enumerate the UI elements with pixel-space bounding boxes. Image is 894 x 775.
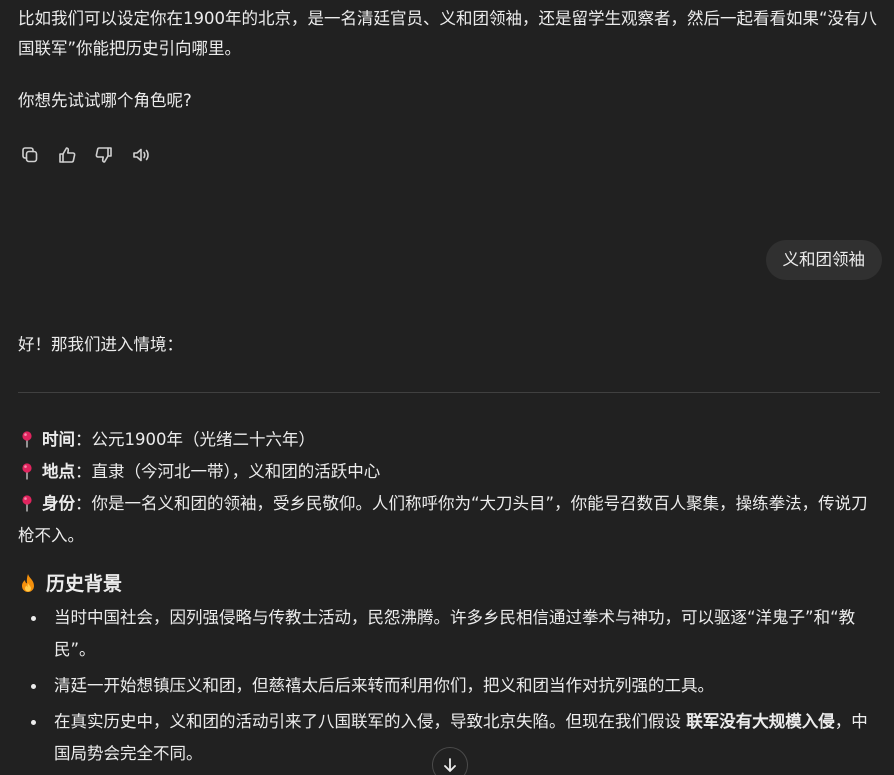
section-heading-text: 历史背景 [46,573,123,595]
scroll-to-bottom-button[interactable] [432,747,468,775]
list-item: 清廷一开始想镇压义和团，但慈禧太后后来转而利用你们，把义和团当作对抗列强的工具。 [18,670,880,702]
copy-icon [22,147,38,163]
round-pushpin-icon [22,463,32,480]
info-time: 时间：公元1900年（光绪二十六年） [18,424,880,456]
info-time-value: ：公元1900年（光绪二十六年） [75,430,315,449]
round-pushpin-icon [22,495,32,512]
info-role-label: 身份 [42,494,75,513]
thumbs-down-icon [95,147,112,163]
info-role: 身份：你是一名义和团的领袖，受乡民敬仰。人们称呼你为“大刀头目”，你能号召数百人… [18,488,880,552]
fire-icon [22,574,34,592]
round-pushpin-icon [22,431,32,448]
arrow-down-icon [444,758,456,772]
assistant-question: 你想先试试哪个角色呢? [18,91,192,110]
copy-button[interactable] [18,143,42,167]
info-place-value: ：直隶（今河北一带），义和团的活跃中心 [75,462,381,481]
user-message-bubble: 义和团领袖 [765,240,882,280]
section-heading: 历史背景 [18,568,122,600]
list-item-text: 在真实历史中，义和团的活动引来了八国联军的入侵，导致北京失陷。但现在我们假设 [54,712,687,731]
chat-page: 比如我们可以设定你在1900年的北京，是一名清廷官员、义和团领袖，还是留学生观察… [0,0,894,775]
assistant-paragraph: 比如我们可以设定你在1900年的北京，是一名清廷官员、义和团领袖，还是留学生观察… [18,9,878,58]
thumbs-up-icon [59,147,76,163]
info-place-label: 地点 [42,462,75,481]
list-item-emphasis: 联军没有大规模入侵 [686,712,835,731]
divider [18,392,880,393]
message-actions [18,143,153,167]
thumbs-down-button[interactable] [92,143,116,167]
list-item: 当时中国社会，因列强侵略与传教士活动，民怨沸腾。许多乡民相信通过拳术与神功，可以… [18,602,880,666]
assistant-opening: 好！那我们进入情境： [18,335,183,354]
speaker-icon [133,148,149,162]
read-aloud-button[interactable] [129,143,153,167]
info-time-label: 时间 [42,430,75,449]
thumbs-up-button[interactable] [55,143,79,167]
info-place: 地点：直隶（今河北一带），义和团的活跃中心 [18,456,880,488]
info-role-value: ：你是一名义和团的领袖，受乡民敬仰。人们称呼你为“大刀头目”，你能号召数百人聚集… [18,494,868,545]
